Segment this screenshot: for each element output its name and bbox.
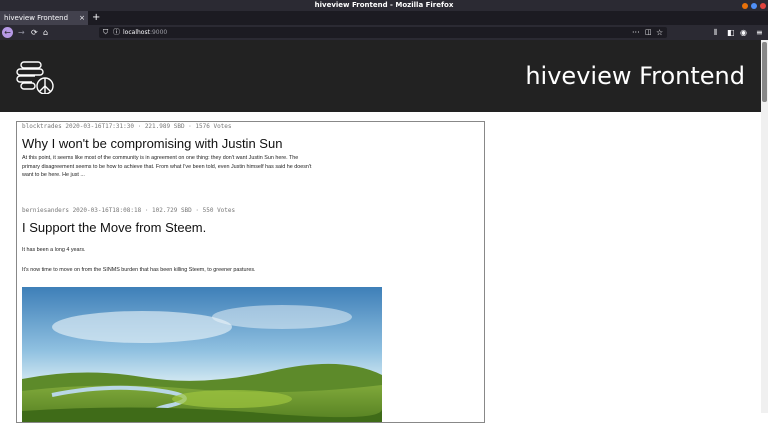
tab-close-icon[interactable]: × — [79, 11, 85, 25]
post-body-line: It's now time to move on from the SINMS … — [22, 267, 256, 273]
star-icon[interactable]: ☆ — [656, 27, 663, 38]
post-excerpt: At this point, it seems like most of the… — [22, 155, 312, 178]
home-icon[interactable]: ⌂ — [43, 25, 48, 40]
url-bar[interactable]: ⛉ ⓘ localhost:9000 ··· ◫ ☆ — [99, 27, 667, 38]
window-title: hiveview Frontend - Mozilla Firefox — [314, 1, 454, 9]
site-header: hiveview Frontend — [0, 40, 761, 112]
reload-icon[interactable]: ⟳ — [31, 25, 38, 40]
tab-strip: hiveview Frontend × + — [0, 11, 768, 25]
window-titlebar: hiveview Frontend - Mozilla Firefox — [0, 0, 768, 11]
pocket-icon[interactable]: ◫ — [645, 27, 652, 38]
post-meta: blocktrades 2020-03-16T17:31:30 · 221.98… — [22, 123, 232, 130]
tab-hiveview[interactable]: hiveview Frontend × — [0, 11, 88, 25]
minimize-button[interactable] — [742, 3, 748, 9]
navigation-toolbar: ← → ⟳ ⌂ ⛉ ⓘ localhost:9000 ··· ◫ ☆ ⫴ ◧ ◉… — [0, 25, 768, 40]
post-title[interactable]: I Support the Move from Steem. — [22, 220, 206, 235]
account-icon[interactable]: ◉ — [740, 25, 747, 40]
info-icon[interactable]: ⓘ — [113, 27, 120, 38]
url-port: :9000 — [149, 29, 168, 36]
url-host: localhost — [123, 29, 150, 36]
maximize-button[interactable] — [751, 3, 757, 9]
close-window-button[interactable] — [760, 3, 766, 9]
library-icon[interactable]: ⫴ — [714, 25, 717, 40]
post-title[interactable]: Why I won't be compromising with Justin … — [22, 136, 282, 151]
post-meta: berniesanders 2020-03-16T18:08:18 · 102.… — [22, 207, 236, 214]
back-icon[interactable]: ← — [2, 27, 13, 38]
menu-icon[interactable]: ≡ — [756, 25, 763, 40]
post-body-line: It has been a long 4 years. — [22, 247, 86, 253]
page-scrollbar[interactable] — [761, 40, 768, 413]
site-title: hiveview Frontend — [525, 62, 745, 90]
url-text[interactable]: localhost:9000 — [123, 27, 167, 38]
shield-icon[interactable]: ⛉ — [103, 27, 108, 38]
sidebar-icon[interactable]: ◧ — [727, 25, 735, 40]
post-feed: blocktrades 2020-03-16T17:31:30 · 221.98… — [16, 121, 485, 423]
more-icon[interactable]: ··· — [632, 27, 640, 38]
logo-icon[interactable] — [16, 58, 56, 94]
post-image — [22, 287, 382, 422]
new-tab-button[interactable]: + — [92, 11, 100, 25]
tab-label: hiveview Frontend — [4, 14, 69, 22]
forward-icon[interactable]: → — [18, 25, 25, 40]
scrollbar-thumb[interactable] — [762, 42, 767, 102]
